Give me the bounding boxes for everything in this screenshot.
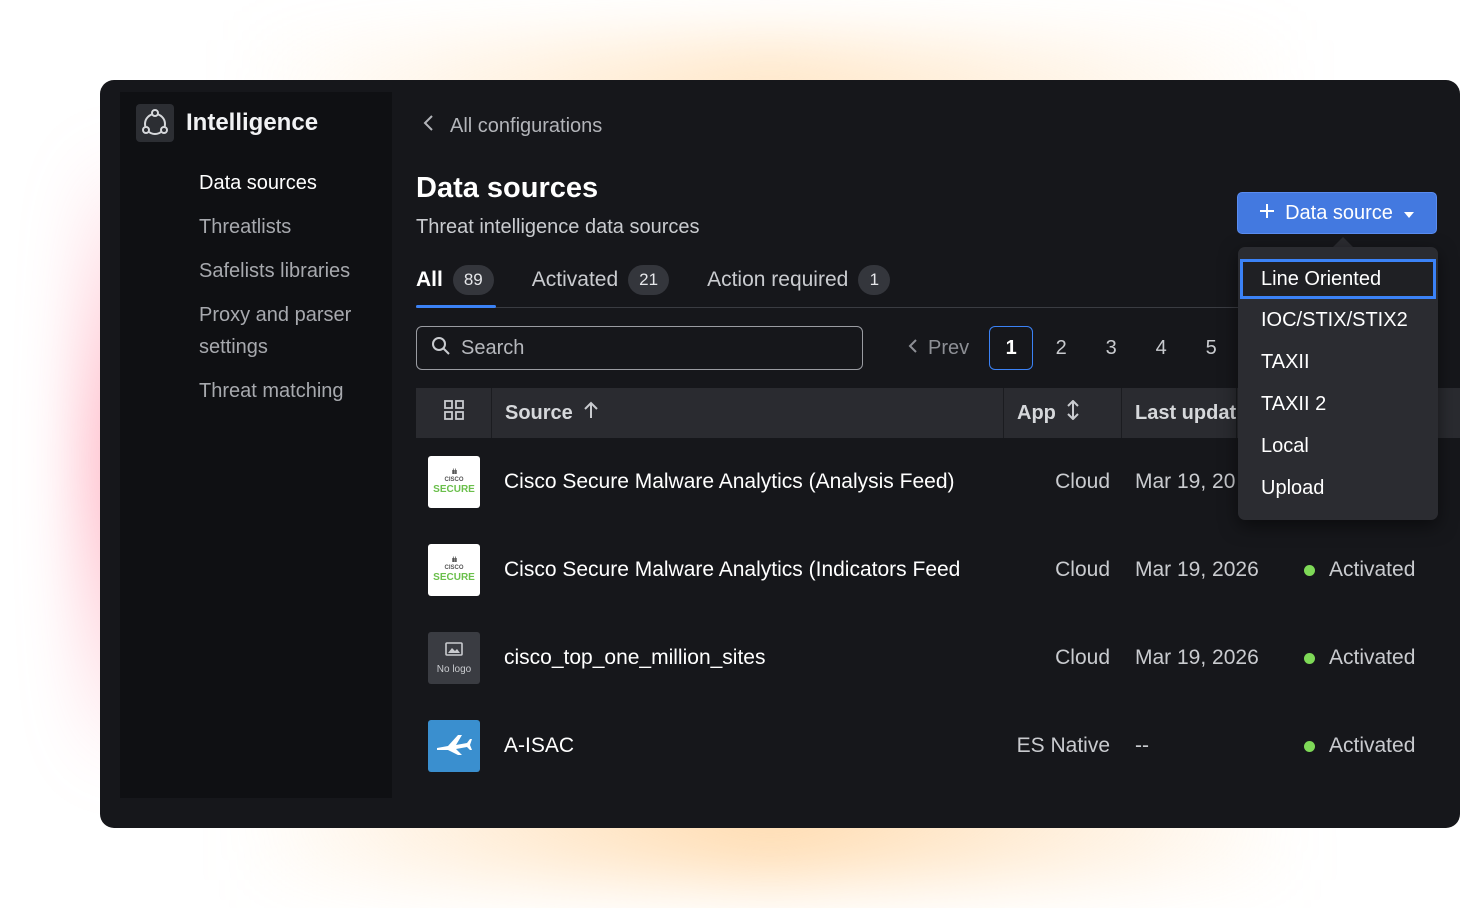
search-icon <box>431 336 451 361</box>
tab-label: Activated <box>531 268 619 291</box>
intelligence-logo-icon <box>136 104 174 142</box>
sort-ascending-icon <box>583 401 599 425</box>
status-badge: Activated <box>1304 734 1415 758</box>
status-dot-icon <box>1304 652 1315 664</box>
menu-item-line-oriented[interactable]: Line Oriented <box>1240 259 1436 299</box>
sidebar-nav: Data sources Threatlists Safelists libra… <box>199 167 389 419</box>
tab-label: All <box>416 268 443 291</box>
prev-page-button[interactable]: Prev <box>908 337 969 360</box>
page-title: Data sources <box>416 172 599 204</box>
status-dot-icon <box>1304 564 1315 576</box>
back-link-label: All configurations <box>450 114 603 137</box>
chevron-left-icon <box>422 114 434 138</box>
source-name[interactable]: Cisco Secure Malware Analytics (Analysis… <box>504 470 955 494</box>
tab-bar: All 89 Activated 21 Action required 1 <box>416 262 1246 308</box>
menu-item-ioc-stix[interactable]: IOC/STIX/STIX2 <box>1238 299 1438 341</box>
source-name[interactable]: Cisco Secure Malware Analytics (Indicato… <box>504 558 960 582</box>
page-button-1[interactable]: 1 <box>989 326 1034 370</box>
status-badge: Activated <box>1304 558 1415 582</box>
sort-icon <box>1066 399 1080 426</box>
menu-item-taxii[interactable]: TAXII <box>1238 341 1438 383</box>
menu-item-local[interactable]: Local <box>1238 425 1438 467</box>
search-input[interactable] <box>461 336 841 360</box>
image-icon <box>445 641 463 661</box>
last-updated-value: Mar 19, 2026 <box>1135 646 1259 669</box>
page-button-2[interactable]: 2 <box>1039 326 1083 370</box>
no-logo-placeholder: No logo <box>428 632 480 684</box>
table-row[interactable]: No logo cisco_top_one_million_sites Clou… <box>416 614 1460 702</box>
app-value: Cloud <box>1055 646 1110 669</box>
plus-icon <box>1259 202 1275 225</box>
sidebar-item-threatlists[interactable]: Threatlists <box>199 211 389 243</box>
app-value: ES Native <box>1016 734 1110 757</box>
status-badge: Activated <box>1304 646 1415 670</box>
table-row[interactable]: ılıılı CISCO SECURE Cisco Secure Malware… <box>416 526 1460 614</box>
last-updated-value: Mar 19, 20 <box>1135 470 1236 493</box>
chevron-left-icon <box>908 337 918 360</box>
pagination: Prev 1 2 3 4 5 <box>908 326 1239 370</box>
sidebar: Intelligence Data sources Threatlists Sa… <box>120 92 392 798</box>
grid-icon <box>443 400 464 426</box>
status-dot-icon <box>1304 740 1315 752</box>
page-button-4[interactable]: 4 <box>1139 326 1183 370</box>
app-value: Cloud <box>1055 470 1110 493</box>
cisco-bars-icon: ılıılı <box>451 556 458 564</box>
sidebar-item-threat-matching[interactable]: Threat matching <box>199 375 389 407</box>
status-label: Activated <box>1329 646 1416 669</box>
column-label: Source <box>505 401 573 424</box>
tab-label: Action required <box>707 268 849 291</box>
back-link[interactable]: All configurations <box>422 114 602 138</box>
search-box[interactable] <box>416 326 863 370</box>
sidebar-item-data-sources[interactable]: Data sources <box>199 167 389 199</box>
last-updated-value: -- <box>1135 734 1149 757</box>
tab-action-required[interactable]: Action required 1 <box>707 262 891 298</box>
add-button-label: Data source <box>1285 201 1393 224</box>
cisco-secure-logo: ılıılı CISCO SECURE <box>428 456 480 508</box>
a-isac-logo <box>428 720 480 772</box>
last-updated-value: Mar 19, 2026 <box>1135 558 1259 581</box>
menu-item-taxii-2[interactable]: TAXII 2 <box>1238 383 1438 425</box>
tab-activated[interactable]: Activated 21 <box>531 262 670 298</box>
caret-down-icon <box>1403 202 1415 225</box>
status-label: Activated <box>1329 558 1416 581</box>
column-header-last-updated[interactable]: Last updat <box>1122 388 1238 438</box>
status-label: Activated <box>1329 734 1416 757</box>
data-source-dropdown-menu: Line Oriented IOC/STIX/STIX2 TAXII TAXII… <box>1238 247 1438 520</box>
source-name[interactable]: cisco_top_one_million_sites <box>504 646 766 670</box>
count-badge: 21 <box>628 265 670 295</box>
prev-label: Prev <box>928 336 970 359</box>
menu-item-upload[interactable]: Upload <box>1238 467 1438 509</box>
page-button-3[interactable]: 3 <box>1089 326 1133 370</box>
tab-all[interactable]: All 89 <box>416 262 496 308</box>
brand: Intelligence <box>136 104 318 142</box>
app-value: Cloud <box>1055 558 1110 581</box>
cisco-bars-icon: ılıılı <box>451 468 458 476</box>
column-label: Last updat <box>1135 401 1237 424</box>
cisco-secure-logo: ılıılı CISCO SECURE <box>428 544 480 596</box>
table-row[interactable]: A-ISAC ES Native -- Activated <box>416 702 1460 790</box>
sidebar-item-proxy-parser-settings[interactable]: Proxy and parser settings <box>199 299 389 363</box>
add-data-source-button[interactable]: Data source <box>1237 192 1437 234</box>
column-header-source[interactable]: Source <box>492 388 1004 438</box>
page-button-5[interactable]: 5 <box>1189 326 1233 370</box>
airplane-icon <box>434 731 474 762</box>
app-title: Intelligence <box>186 109 319 136</box>
column-settings-button[interactable] <box>416 388 492 438</box>
column-header-app[interactable]: App <box>1004 388 1122 438</box>
page-subtitle: Threat intelligence data sources <box>416 216 700 238</box>
source-name[interactable]: A-ISAC <box>504 734 574 758</box>
column-label: App <box>1017 401 1056 424</box>
count-badge: 89 <box>452 265 494 295</box>
app-window: Intelligence Data sources Threatlists Sa… <box>100 80 1460 828</box>
count-badge: 1 <box>858 265 891 295</box>
sidebar-item-safelists-libraries[interactable]: Safelists libraries <box>199 255 389 287</box>
